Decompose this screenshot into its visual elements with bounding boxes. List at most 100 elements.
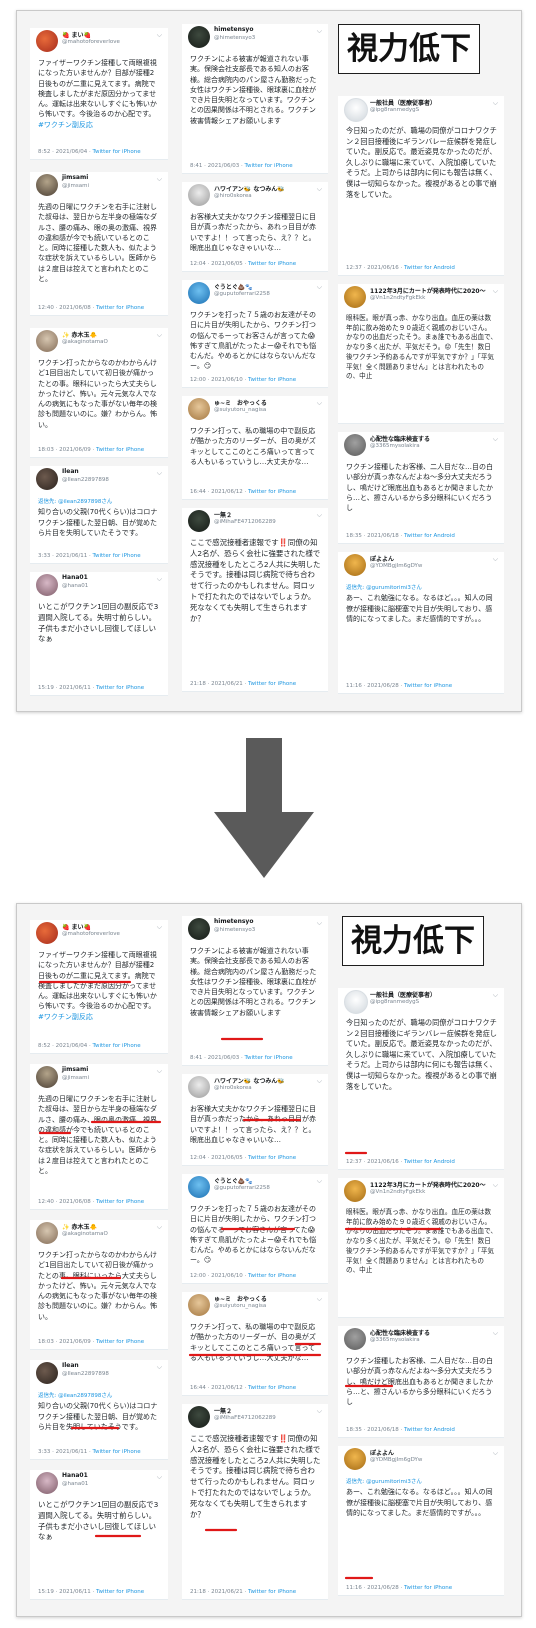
chevron-down-icon[interactable]: ⌵	[493, 1449, 498, 1458]
reply-to[interactable]: 返信先: @gurumitorimi3さん	[346, 1479, 422, 1485]
user-handle: @guputoferrari2258	[214, 1185, 270, 1191]
tweet-meta: 12:00 · 2021/06/10 · Twitter for iPhone	[190, 377, 297, 383]
tweet-card: ハワイアン🐝 なつみん🐝 @hiro0skorea ⌵ お客様大丈夫かなワクチン…	[182, 1074, 328, 1166]
tweet-card: 心配性な臨床検査する @3365mysolakira ⌵ ワクチン接種したお客様…	[338, 432, 504, 544]
chevron-down-icon[interactable]: ⌵	[493, 1329, 498, 1338]
user-handle: @hana01	[62, 583, 89, 589]
chevron-down-icon[interactable]: ⌵	[317, 1077, 322, 1086]
tweet-card: jimsami @jimsami ⌵ 先週の日曜にワクチンを右手に注射した叔母は…	[30, 1064, 168, 1210]
chevron-down-icon[interactable]: ⌵	[157, 575, 162, 584]
chevron-down-icon[interactable]: ⌵	[317, 1177, 322, 1186]
user-handle: @guputoferrari2258	[214, 291, 270, 297]
user-name: Hana01	[62, 574, 88, 581]
tweet-meta: 18:03 · 2021/06/09 · Twitter for iPhone	[38, 447, 145, 453]
avatar	[36, 1066, 58, 1088]
user-handle: @Ilean22897898	[62, 1371, 109, 1377]
user-handle: @mahotoforeverlove	[62, 931, 120, 937]
avatar	[188, 1076, 210, 1098]
chevron-down-icon[interactable]: ⌵	[157, 331, 162, 340]
tweet-text: ここで感況接種者速報です‼️同僚の知人2名が、恐らく会社に強要された様で感況接種…	[190, 1434, 321, 1519]
user-name: 心配性な臨床検査する	[370, 1330, 431, 1337]
chevron-down-icon[interactable]: ⌵	[157, 923, 162, 932]
tweet-card: 心配性な臨床検査する @3365mysolakira ⌵ ワクチン接種したお客様…	[338, 1326, 504, 1438]
hashtag[interactable]: #ワクチン副反応	[38, 121, 93, 129]
avatar	[344, 286, 366, 308]
down-arrow-icon	[214, 738, 314, 878]
user-handle: @iMihaFE4712062289	[214, 519, 276, 525]
tweet-text: 知り合いの父親(70代くらい)はコロナワクチン接種した翌日朝、目が覚めたら片目を…	[38, 1402, 158, 1431]
tweet-card: Hana01 @hana01 ⌵ いとこがワクチン1回目の副反応で3週間入院して…	[30, 1470, 168, 1600]
chevron-down-icon[interactable]: ⌵	[493, 991, 498, 1000]
user-handle: @ipg8ranmedygS	[370, 999, 420, 1005]
tweet-card: ✨ 赤木玉🐥 @akaginotamaO ⌵ ワクチン打ったからなのかわからんけ…	[30, 1220, 168, 1350]
tweet-card: ゅ~ミ おやっくる @suiyutoru_nagisa ⌵ ワクチン打って、私の…	[182, 1292, 328, 1396]
tweet-card: 一般社員（医療従事者） @ipg8ranmedygS ⌵ 今日知ったのだが、職場…	[338, 96, 504, 276]
chevron-down-icon[interactable]: ⌵	[317, 399, 322, 408]
tweet-text: いとこがワクチン1回目の副反応で3週間入院してる。失明寸前らしい。子供もまだ小さ…	[38, 1500, 159, 1542]
tweet-text: ワクチン打ったからなのかわからんけど1回目出たしていて初日後が痛かったとの事。眼…	[38, 359, 157, 429]
avatar	[36, 1222, 58, 1244]
tweet-text: 眼科医。眼が真っ赤、かなり出血。血圧の薬は数年前に飲み始めた９０歳近く親戚のおじ…	[346, 1208, 497, 1275]
user-name: jimsami	[62, 174, 89, 181]
chevron-down-icon[interactable]: ⌵	[157, 1223, 162, 1232]
tweet-text: 今日知ったのだが、職場の同僚がコロナワクチン２回目接種後にギランバレー症候群を発…	[346, 1018, 497, 1091]
user-name: ✨ 赤木玉🐥	[62, 1224, 98, 1231]
chevron-down-icon[interactable]: ⌵	[317, 1407, 322, 1416]
tweet-card: 一無２ @iMihaFE4712062289 ⌵ ここで感況接種者速報です‼️同…	[182, 1404, 328, 1600]
title-label: 視力低下	[338, 24, 480, 74]
tweet-meta: 21:18 · 2021/06/21 · Twitter for iPhone	[190, 1589, 297, 1595]
reply-to[interactable]: 返信先: @ilean2897898さん	[38, 1393, 112, 1399]
tweet-meta: 8:52 · 2021/06/04 · Twitter for iPhone	[38, 149, 141, 155]
user-handle: @akaginotamaO	[62, 339, 108, 345]
avatar	[344, 1448, 366, 1470]
tweet-text: ワクチンを打った７５歳のお友達がその日に片目が失明したから、ワクチン打つの悩んで…	[190, 1205, 317, 1265]
user-name: jimsami	[62, 1066, 89, 1073]
user-handle: @YDMBgjIm6gDYw	[370, 563, 423, 569]
tweet-card: ぐうとぐ💩🐾 @guputoferrari2258 ⌵ ワクチンを打った７５歳の…	[182, 280, 328, 388]
avatar	[188, 184, 210, 206]
chevron-down-icon[interactable]: ⌵	[317, 511, 322, 520]
user-name: himetensyo	[214, 918, 254, 925]
chevron-down-icon[interactable]: ⌵	[157, 469, 162, 478]
avatar	[344, 1328, 366, 1350]
chevron-down-icon[interactable]: ⌵	[493, 1181, 498, 1190]
avatar	[188, 1406, 210, 1428]
chevron-down-icon[interactable]: ⌵	[493, 99, 498, 108]
hashtag[interactable]: #ワクチン副反応	[38, 1013, 93, 1021]
reply-to[interactable]: 返信先: @ilean2897898さん	[38, 499, 112, 505]
reply-to[interactable]: 返信先: @gurumitorimi3さん	[346, 585, 422, 591]
tweet-card: ハワイアン🐝 なつみん🐝 @hiro0skorea ⌵ お客様大丈夫かなワクチン…	[182, 182, 328, 272]
tweet-card: 🍓 まい🍓 @mahotoforeverlove ⌵ ファイザーワクチン接種して…	[30, 920, 168, 1054]
chevron-down-icon[interactable]: ⌵	[317, 283, 322, 292]
user-handle: @suiyutoru_nagisa	[214, 1303, 267, 1309]
tweet-text: ここで感況接種者速報です‼️同僚の知人2名が、恐らく会社に強要された様で感況接種…	[190, 538, 321, 623]
chevron-down-icon[interactable]: ⌵	[317, 27, 322, 36]
tweet-meta: 18:35 · 2021/06/18 · Twitter for Android	[346, 1427, 455, 1433]
chevron-down-icon[interactable]: ⌵	[317, 1295, 322, 1304]
tweet-card: 1122年3月にカートが発表時代に2020～ @Vn1n2ndtyFgkEkk …	[338, 284, 504, 424]
chevron-down-icon[interactable]: ⌵	[493, 435, 498, 444]
tweet-card: ぽよよん @YDMBgjIm6gDYw ⌵ 返信先: @gurumitorimi…	[338, 552, 504, 694]
chevron-down-icon[interactable]: ⌵	[493, 555, 498, 564]
chevron-down-icon[interactable]: ⌵	[493, 287, 498, 296]
chevron-down-icon[interactable]: ⌵	[157, 175, 162, 184]
chevron-down-icon[interactable]: ⌵	[317, 919, 322, 928]
tweet-text: ワクチンによる被害が報道されない事実。保険会社支部長である知人のお客様。総合病院…	[190, 55, 317, 125]
avatar	[188, 918, 210, 940]
chevron-down-icon[interactable]: ⌵	[317, 185, 322, 194]
avatar	[344, 1180, 366, 1202]
user-name: 🍓 まい🍓	[62, 32, 92, 39]
tweet-text: 知り合いの父親(70代くらい)はコロナワクチン接種した翌日朝、目が覚めたら片目を…	[38, 508, 158, 537]
tweet-card: 一無２ @iMihaFE4712062289 ⌵ ここで感況接種者速報です‼️同…	[182, 508, 328, 692]
user-name: ゅ~ミ おやっくる	[214, 400, 267, 407]
tweet-card: Ilean @Ilean22897898 ⌵ 返信先: @ilean289789…	[30, 1360, 168, 1460]
user-name: ぽよよん	[370, 556, 395, 563]
chevron-down-icon[interactable]: ⌵	[157, 31, 162, 40]
tweet-card: ぽよよん @YDMBgjIm6gDYw ⌵ 返信先: @gurumitorimi…	[338, 1446, 504, 1596]
tweet-meta: 3:33 · 2021/06/11 · Twitter for iPhone	[38, 1449, 141, 1455]
chevron-down-icon[interactable]: ⌵	[157, 1067, 162, 1076]
chevron-down-icon[interactable]: ⌵	[157, 1363, 162, 1372]
avatar	[36, 468, 58, 490]
avatar	[344, 434, 366, 456]
chevron-down-icon[interactable]: ⌵	[157, 1473, 162, 1482]
